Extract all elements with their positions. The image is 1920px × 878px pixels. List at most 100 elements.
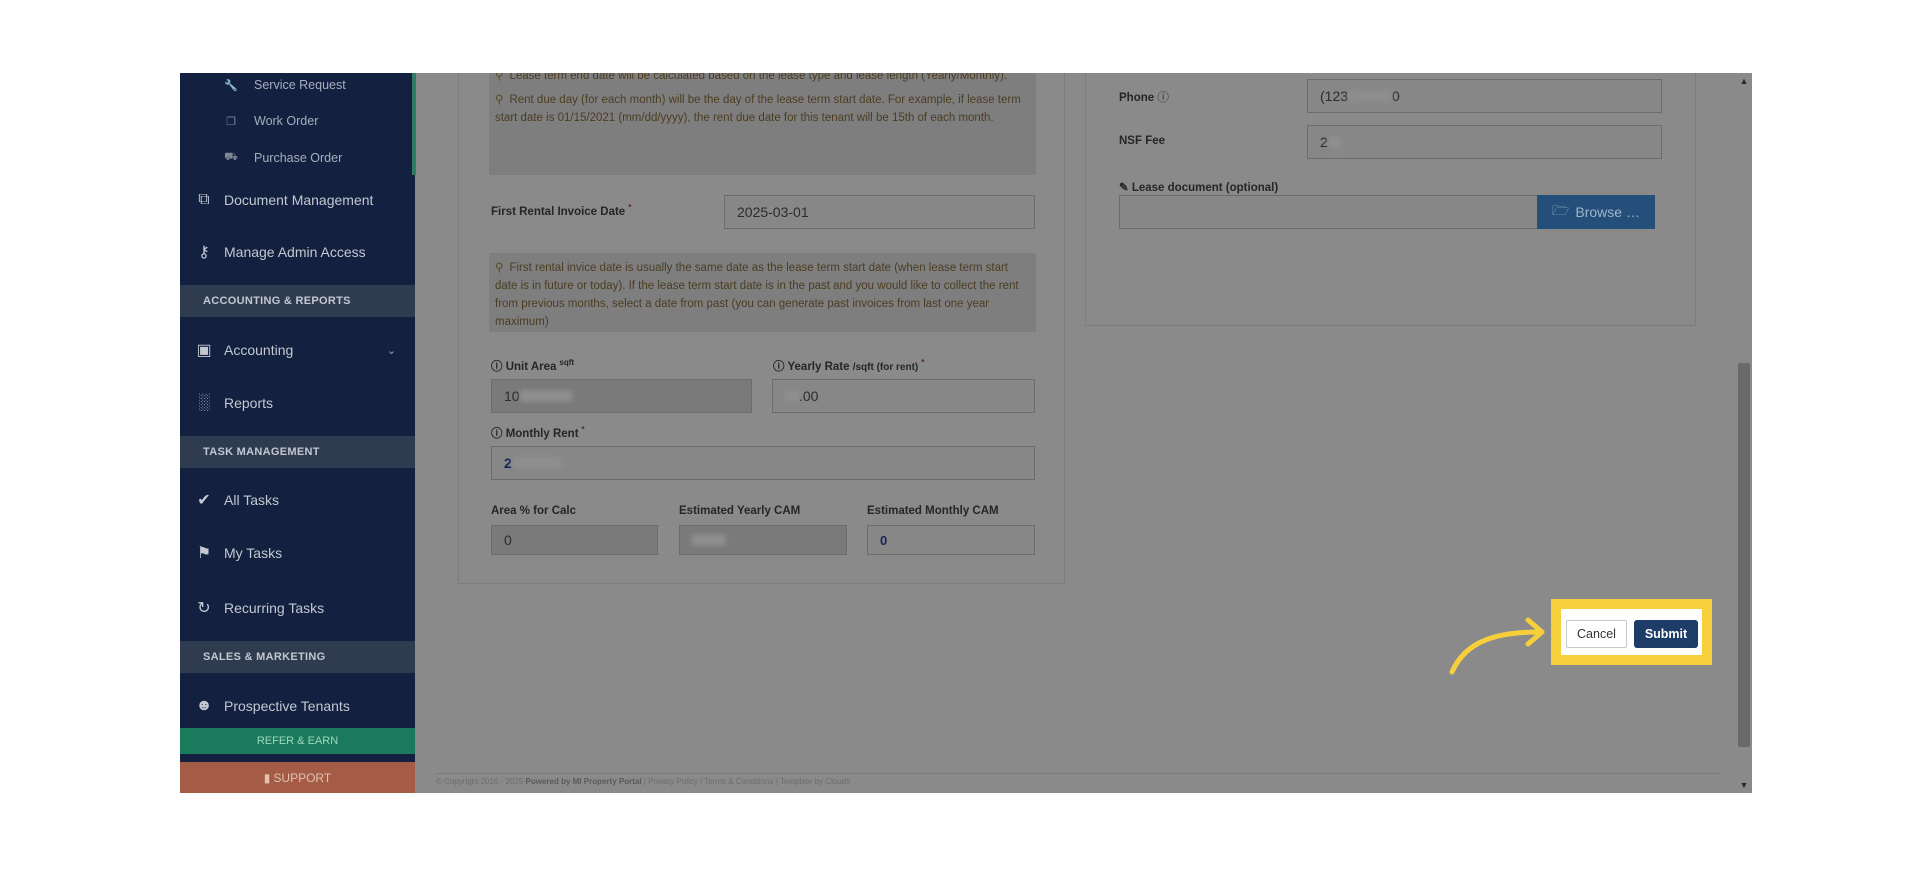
est-monthly-cam-input[interactable]: 0: [867, 525, 1035, 555]
sidebar-item-label: Service Request: [254, 78, 346, 92]
sidebar-item-label: Recurring Tasks: [224, 600, 325, 616]
sidebar-item-reports[interactable]: ░ Reports: [194, 388, 404, 418]
folder-open-icon: 🗁: [1552, 202, 1570, 218]
copy-icon: ❐: [226, 115, 236, 128]
lightbulb-icon: ⚲: [495, 94, 504, 106]
help-icon: ⓘ: [1157, 92, 1169, 104]
redacted-value: [511, 457, 562, 469]
nsf-fee-input[interactable]: 2: [1307, 125, 1662, 159]
submit-button[interactable]: Submit: [1634, 620, 1698, 648]
first-invoice-date-input[interactable]: 2025-03-01: [724, 195, 1035, 229]
note-rent-due: ⚲ Rent due day (for each month) will be t…: [495, 91, 1030, 127]
phone-input[interactable]: (123 0: [1307, 79, 1662, 113]
unit-sqft: sqft: [559, 358, 575, 368]
lease-document-field[interactable]: [1119, 195, 1539, 229]
sidebar-item-manage-admin-access[interactable]: ⚷ Manage Admin Access: [194, 237, 404, 267]
footer-credit: Template by Cloudit: [780, 777, 851, 786]
money-icon: ▣: [196, 342, 212, 359]
area-pct-input[interactable]: 0: [491, 525, 658, 555]
lease-form-panel: ⚲ Lease term end date will be calculated …: [458, 73, 1065, 584]
sidebar-item-accounting[interactable]: ▣ Accounting ⌄: [194, 335, 404, 365]
note-text: First rental invice date is usually the …: [495, 262, 1019, 328]
sidebar-item-all-tasks[interactable]: ✔ All Tasks: [194, 485, 404, 515]
sidebar-item-work-order[interactable]: ❐ Work Order: [224, 111, 318, 131]
scroll-down-arrow-icon[interactable]: ▼: [1736, 777, 1752, 793]
sidebar-item-label: Document Management: [224, 192, 374, 208]
chevron-down-icon: ⌄: [386, 344, 396, 357]
scrollbar-thumb[interactable]: [1738, 363, 1750, 747]
sidebar-item-service-request[interactable]: 🔧 Service Request: [224, 75, 346, 95]
input-value: 10: [504, 388, 520, 404]
files-icon: ⧉: [198, 191, 210, 208]
redacted-value: [692, 534, 726, 546]
note-text: Lease term end date will be calculated b…: [509, 73, 1008, 82]
yearly-rate-input[interactable]: .00: [772, 379, 1035, 413]
pointer-arrow-icon: [1449, 617, 1545, 675]
monthly-rent-input[interactable]: 2: [491, 446, 1035, 480]
lease-document-label: ✎ Lease document (optional): [1119, 180, 1278, 194]
info-icon: ⓘ: [491, 361, 503, 373]
first-invoice-date-label: First Rental Invoice Date *: [491, 203, 631, 218]
sidebar-item-label: Accounting: [224, 342, 294, 358]
check-icon: ✔: [197, 492, 211, 509]
truck-icon: ⛟: [224, 151, 238, 163]
sidebar-item-my-tasks[interactable]: ⚑ My Tasks: [194, 538, 404, 568]
lightbulb-icon: ⚲: [495, 73, 504, 82]
sidebar-item-label: Reports: [224, 395, 274, 411]
label-text: Lease document (optional): [1131, 182, 1279, 194]
redacted-value: [1327, 136, 1342, 148]
sidebar-item-document-management[interactable]: ⧉ Document Management: [194, 185, 404, 215]
wrench-icon: 🔧: [224, 79, 238, 92]
required-mark: *: [628, 203, 632, 212]
tag-icon: ⚑: [196, 545, 212, 562]
redacted-value: [785, 390, 799, 402]
section-sales-marketing: SALES & MARKETING: [180, 641, 415, 673]
redacted-value: [1348, 90, 1393, 102]
cancel-button[interactable]: Cancel: [1566, 620, 1627, 648]
sidebar-item-label: Manage Admin Access: [224, 244, 366, 260]
users-icon: ☻: [195, 697, 213, 714]
monthly-rent-label: ⓘ Monthly Rent *: [491, 425, 585, 441]
sidebar-item-recurring-tasks[interactable]: ↻ Recurring Tasks: [194, 593, 404, 623]
sidebar-item-prospective-tenants[interactable]: ☻ Prospective Tenants: [194, 691, 404, 721]
footer: © Copyright 2016 - 2025 Powered by MI Pr…: [436, 777, 850, 786]
book-icon: ▮: [263, 770, 271, 785]
area-pct-label: Area % for Calc: [491, 505, 577, 517]
sidebar: 🔧 Service Request ❐ Work Order ⛟ Purchas…: [180, 73, 416, 793]
lease-notes: ⚲ Lease term end date will be calculated …: [489, 73, 1036, 175]
est-monthly-cam-label: Estimated Monthly CAM: [867, 505, 999, 517]
support-button[interactable]: ▮ SUPPORT: [180, 762, 415, 793]
refer-earn-button[interactable]: REFER & EARN: [180, 728, 415, 754]
scroll-up-arrow-icon[interactable]: ▲: [1736, 73, 1752, 89]
note-lease-end: ⚲ Lease term end date will be calculated …: [495, 73, 1030, 85]
footer-divider: [435, 773, 1721, 774]
browse-button[interactable]: 🗁 Browse …: [1537, 195, 1655, 229]
footer-copyright: © Copyright 2016 - 2025: [436, 777, 524, 786]
footer-powered-by[interactable]: Powered by MI Property Portal: [526, 777, 642, 786]
input-value: 2: [504, 455, 512, 471]
refresh-icon: ↻: [197, 600, 211, 617]
sidebar-item-label: My Tasks: [224, 545, 283, 561]
sidebar-item-label: All Tasks: [224, 492, 279, 508]
sidebar-item-label: Work Order: [254, 114, 319, 128]
input-value-end: 0: [1392, 88, 1400, 104]
scrollbar[interactable]: ▲ ▼: [1736, 73, 1752, 793]
app-window: 🔧 Service Request ❐ Work Order ⛟ Purchas…: [180, 73, 1752, 793]
est-yearly-cam-input[interactable]: [679, 525, 847, 555]
lightbulb-icon: ⚲: [495, 262, 504, 274]
input-value: .00: [799, 388, 819, 404]
footer-links[interactable]: | Privacy Policy | Terms & Conditions |: [644, 777, 778, 786]
unit-area-input[interactable]: 10: [491, 379, 752, 413]
bar-chart-icon: ░: [198, 394, 210, 411]
phone-label: Phone ⓘ: [1119, 89, 1169, 105]
info-icon: ⓘ: [773, 361, 785, 373]
label-text: First Rental Invoice Date: [491, 205, 626, 218]
note-text: Rent due day (for each month) will be th…: [495, 94, 1021, 124]
est-yearly-cam-label: Estimated Yearly CAM: [679, 505, 801, 517]
sidebar-item-purchase-order[interactable]: ⛟ Purchase Order: [224, 148, 342, 168]
label-text: Phone: [1119, 92, 1155, 104]
note-first-invoice: ⚲ First rental invice date is usually the…: [489, 253, 1036, 332]
sidebar-item-label: Purchase Order: [254, 151, 343, 165]
sidebar-active-accent: [412, 73, 416, 175]
paperclip-icon: ✎: [1119, 182, 1129, 194]
